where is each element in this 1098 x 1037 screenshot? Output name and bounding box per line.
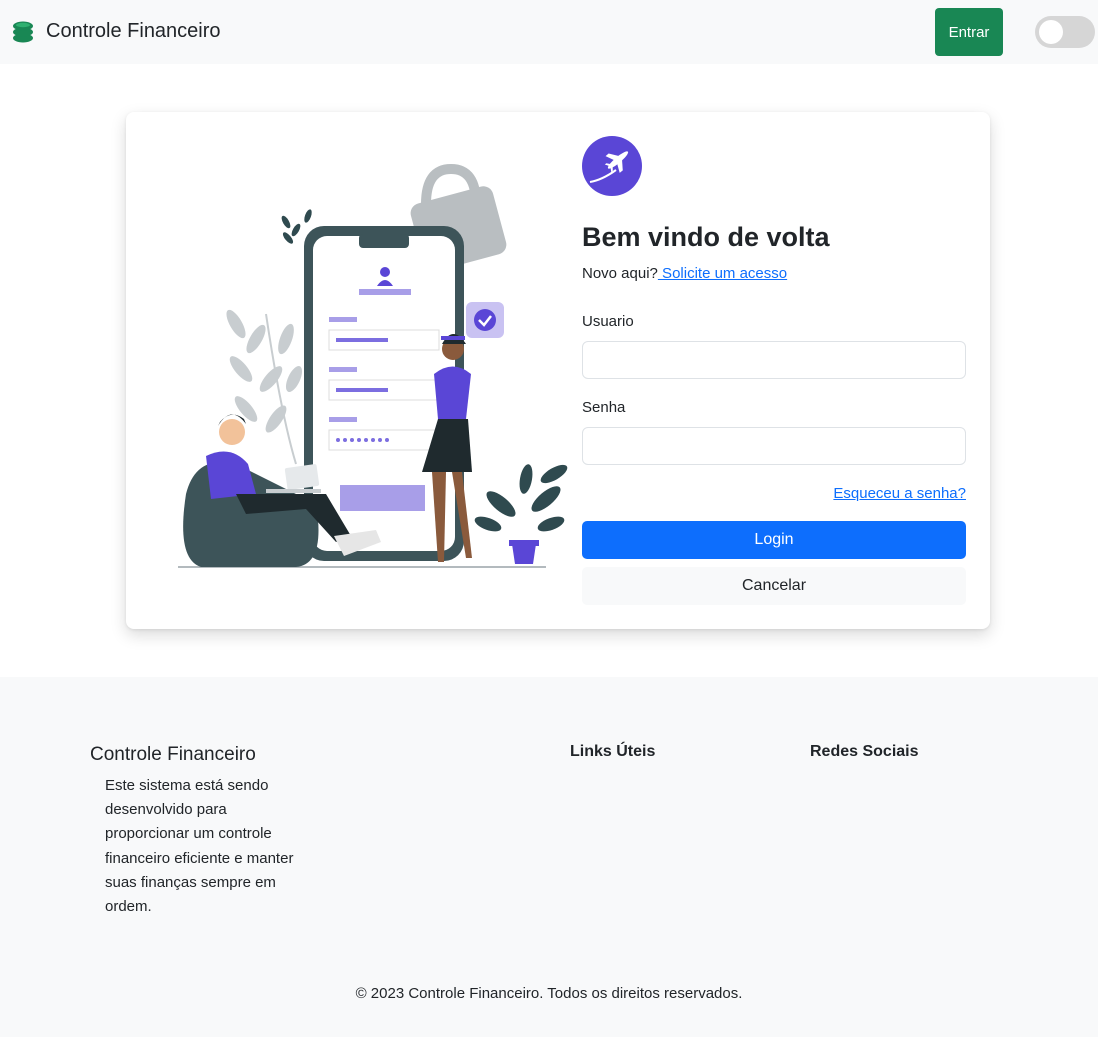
brand-title: Controle Financeiro [46, 19, 221, 42]
useful-links-heading: Links Úteis [570, 743, 656, 760]
signup-prompt-text: Novo aqui? [582, 265, 658, 282]
entrar-button[interactable]: Entrar [935, 8, 1003, 56]
request-access-link[interactable]: Solicite um acesso [658, 265, 787, 282]
copyright-text: © 2023 Controle Financeiro. Todos os dir… [355, 985, 743, 1002]
password-label: Senha [582, 399, 626, 416]
forgot-password-link[interactable]: Esqueceu a senha? [833, 485, 966, 502]
navbar: Controle Financeiro Entrar [0, 0, 1098, 64]
signup-prompt: Novo aqui? Solicite um acesso [582, 265, 787, 282]
footer: Controle Financeiro Este sistema está se… [0, 677, 1098, 1037]
theme-toggle[interactable] [1035, 16, 1095, 48]
login-card: Bem vindo de volta Novo aqui? Solicite u… [126, 112, 990, 629]
footer-description: Este sistema está sendo desenvolvido par… [105, 777, 294, 916]
welcome-title: Bem vindo de volta [582, 222, 830, 252]
username-input[interactable] [582, 341, 966, 379]
social-networks-heading: Redes Sociais [810, 743, 919, 760]
username-label: Usuario [582, 313, 634, 330]
footer-title: Controle Financeiro [90, 744, 256, 765]
login-illustration [178, 164, 568, 568]
login-button[interactable]: Login [582, 521, 966, 559]
cancel-button[interactable]: Cancelar [582, 567, 966, 605]
password-input[interactable] [582, 427, 966, 465]
toggle-knob [1039, 20, 1063, 44]
brand-link[interactable]: Controle Financeiro [11, 18, 221, 44]
airplane-icon [582, 136, 642, 196]
coins-stack-icon [13, 21, 33, 43]
